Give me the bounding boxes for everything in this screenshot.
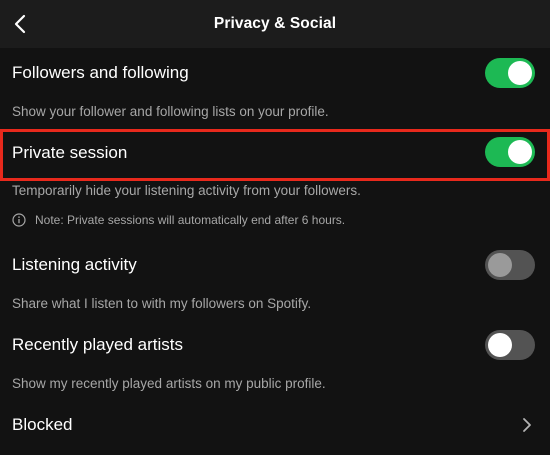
setting-description-followers: Show your follower and following lists o… bbox=[12, 104, 329, 119]
private-session-toggle[interactable] bbox=[485, 137, 535, 167]
setting-row-recently-played: Recently played artists bbox=[0, 323, 550, 367]
header-bar: Privacy & Social bbox=[0, 0, 550, 48]
chevron-left-icon bbox=[14, 14, 26, 34]
recently-played-toggle[interactable] bbox=[485, 330, 535, 360]
setting-row-listening-activity: Listening activity bbox=[0, 243, 550, 287]
private-session-note: Note: Private sessions will automaticall… bbox=[12, 213, 345, 227]
setting-label-followers: Followers and following bbox=[12, 63, 189, 82]
listening-activity-toggle[interactable] bbox=[485, 250, 535, 280]
setting-label-listening-activity: Listening activity bbox=[12, 255, 137, 274]
setting-label-private-session: Private session bbox=[12, 143, 128, 162]
followers-toggle[interactable] bbox=[485, 58, 535, 88]
blocked-label: Blocked bbox=[12, 415, 73, 434]
toggle-knob bbox=[488, 333, 512, 357]
setting-label-recently-played: Recently played artists bbox=[12, 335, 184, 354]
chevron-right-icon bbox=[518, 415, 536, 435]
toggle-knob bbox=[508, 61, 532, 85]
setting-description-private-session: Temporarily hide your listening activity… bbox=[12, 183, 361, 198]
back-button[interactable] bbox=[6, 8, 34, 40]
setting-row-followers: Followers and following bbox=[0, 51, 550, 95]
toggle-knob bbox=[488, 253, 512, 277]
setting-description-recently-played: Show my recently played artists on my pu… bbox=[12, 376, 326, 391]
page-title: Privacy & Social bbox=[213, 15, 337, 32]
note-text: Note: Private sessions will automaticall… bbox=[35, 213, 346, 227]
toggle-knob bbox=[508, 140, 532, 164]
blocked-row[interactable]: Blocked bbox=[0, 403, 550, 447]
info-icon bbox=[12, 213, 26, 227]
setting-row-private-session: Private session bbox=[0, 131, 550, 175]
setting-description-listening-activity: Share what I listen to with my followers… bbox=[12, 296, 312, 311]
